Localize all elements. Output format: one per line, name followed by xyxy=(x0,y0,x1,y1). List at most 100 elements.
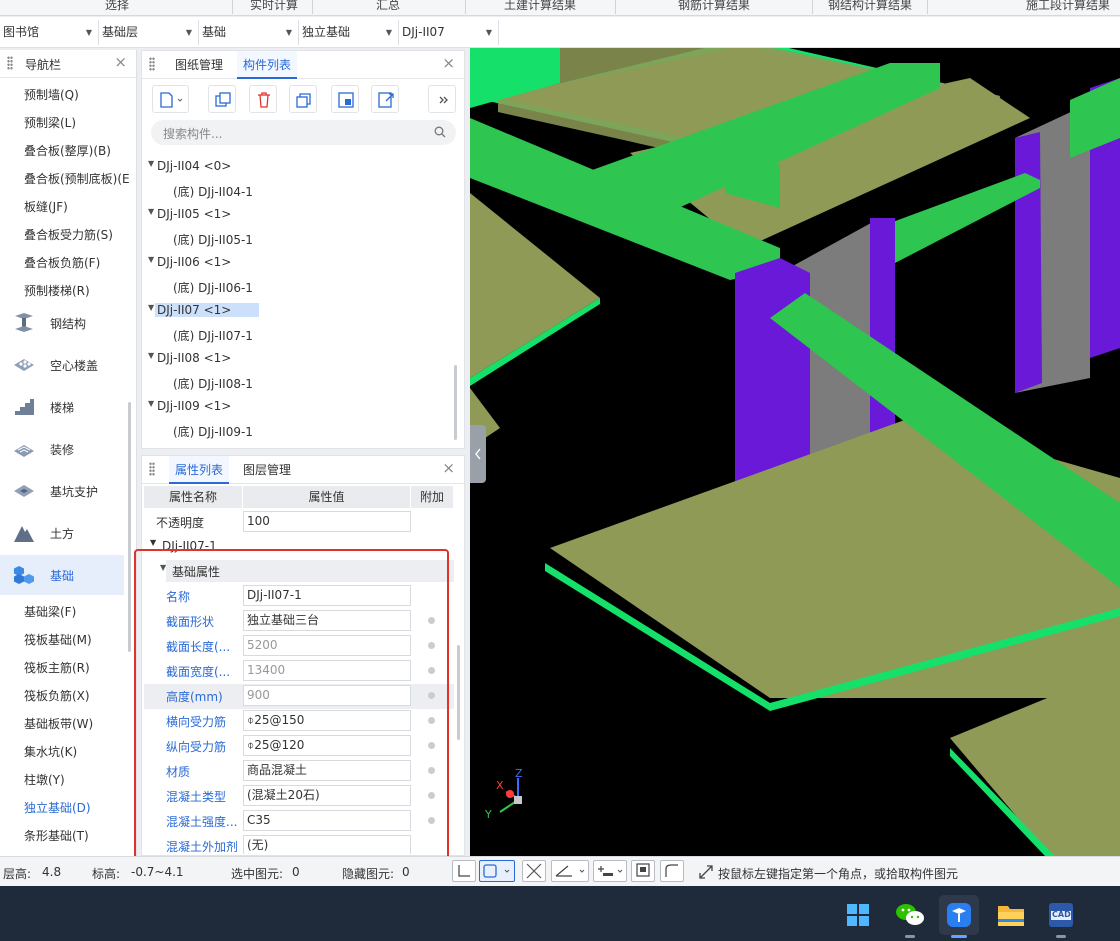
nav-item-foundation-strip[interactable]: 基础板带(W) xyxy=(24,715,93,732)
tree-node[interactable]: ▼ DJj-II09 <1> xyxy=(142,397,452,417)
decoration-icon xyxy=(14,445,34,457)
nav-item-raft-neg-rebar[interactable]: 筏板负筋(X) xyxy=(24,687,90,704)
tree-node[interactable]: ▼ DJj-II04 <0> xyxy=(142,157,452,177)
nav-item-composite-slab-base[interactable]: 叠合板(预制底板)(E xyxy=(24,170,130,187)
tab-layer-management[interactable]: 图层管理 xyxy=(237,456,297,484)
nav-item-column-pier[interactable]: 柱墩(Y) xyxy=(24,771,65,788)
nav-item-raft-main-rebar[interactable]: 筏板主筋(R) xyxy=(24,659,90,676)
tree-child[interactable]: (底) DJj-II09-1 xyxy=(142,421,452,441)
tree-node[interactable]: ▼ DJj-II08 <1> xyxy=(142,349,452,369)
ribbon-tab-rebar-results[interactable]: 钢筋计算结果 xyxy=(678,0,750,13)
navigation-panel: 导航栏 × 预制墙(Q) 预制梁(L) 叠合板(整厚)(B) 叠合板(预制底板)… xyxy=(0,50,137,856)
nav-item-precast-wall[interactable]: 预制墙(Q) xyxy=(24,86,79,103)
nav-category-hollow-slab[interactable]: 空心楼盖 xyxy=(0,345,124,385)
tab-property-list[interactable]: 属性列表 xyxy=(169,456,230,484)
nav-category-stairs[interactable]: 楼梯 xyxy=(0,387,124,427)
expand-arrow-icon[interactable]: ▼ xyxy=(148,351,154,360)
tree-node[interactable]: ▼ DJj-II05 <1> xyxy=(142,205,452,225)
nav-item-sump-pit[interactable]: 集水坑(K) xyxy=(24,743,77,760)
filter-button[interactable] xyxy=(371,85,399,113)
new-component-button[interactable] xyxy=(152,85,189,113)
tree-child[interactable]: (底) DJj-II08-1 xyxy=(142,373,452,393)
nav-category-decoration[interactable]: 装修 xyxy=(0,429,124,469)
delete-button[interactable] xyxy=(249,85,277,113)
expand-arrow-icon[interactable]: ▼ xyxy=(148,159,154,168)
property-scrollbar[interactable] xyxy=(457,645,460,740)
snap-button[interactable] xyxy=(593,860,627,882)
ribbon-tab-realtime-calc[interactable]: 实时计算 xyxy=(250,0,298,13)
orthogonal-button[interactable] xyxy=(452,860,476,882)
ribbon-tab-summary[interactable]: 汇总 xyxy=(376,0,400,13)
component-list-scrollbar[interactable] xyxy=(454,365,457,440)
close-icon[interactable]: × xyxy=(442,54,455,72)
floor-select[interactable]: 基础层 ▼ xyxy=(99,20,199,45)
component-select[interactable]: DJj-II07 ▼ xyxy=(399,20,499,45)
hidden-count-label: 隐藏图元: xyxy=(342,867,395,881)
nav-item-foundation-beam[interactable]: 基础梁(F) xyxy=(24,603,76,620)
expand-arrow-icon[interactable]: ▼ xyxy=(148,255,154,264)
tab-component-list[interactable]: 构件列表 xyxy=(237,51,298,79)
taskbar-start[interactable] xyxy=(838,895,878,935)
type-select[interactable]: 独立基础 ▼ xyxy=(299,20,399,45)
nav-item-slab-joint[interactable]: 板缝(JF) xyxy=(24,198,68,215)
tab-drawing-management[interactable]: 图纸管理 xyxy=(169,51,229,79)
nav-item-strip-footing[interactable]: 条形基础(T) xyxy=(24,827,89,844)
property-value-opacity[interactable]: 100 xyxy=(243,511,411,532)
nav-category-steel[interactable]: 钢结构 xyxy=(0,303,124,343)
drag-handle-icon[interactable] xyxy=(149,462,155,476)
copy-button[interactable] xyxy=(208,85,236,113)
3d-viewport[interactable]: Z X Y xyxy=(470,48,1120,856)
taskbar-wechat[interactable] xyxy=(890,895,930,938)
status-bar: 层高: 4.8 标高: -0.7~4.1 选中图元: 0 隐藏图元: 0 按鼠标… xyxy=(0,856,1120,886)
close-icon[interactable]: × xyxy=(442,459,455,477)
navigation-scrollbar[interactable] xyxy=(128,402,131,652)
ribbon-tab-segment-results[interactable]: 施工段计算结果 xyxy=(1026,0,1110,13)
selected-count-value: 0 xyxy=(292,865,300,879)
tree-child[interactable]: (底) DJj-II06-1 xyxy=(142,277,452,297)
nav-item-slab-main-rebar[interactable]: 叠合板受力筋(S) xyxy=(24,226,113,243)
expand-arrow-icon[interactable]: ▼ xyxy=(148,399,154,408)
axis-origin xyxy=(506,790,514,798)
taskbar-cad[interactable]: CAD xyxy=(1041,895,1081,938)
category-select[interactable]: 基础 ▼ xyxy=(199,20,299,45)
axis-x-label: X xyxy=(496,779,504,792)
angle-button[interactable] xyxy=(551,860,589,882)
nav-item-slab-neg-rebar[interactable]: 叠合板负筋(F) xyxy=(24,254,100,271)
drag-handle-icon[interactable] xyxy=(149,57,155,71)
project-select[interactable]: 图书馆 ▼ xyxy=(0,20,99,45)
nav-category-foundation[interactable]: 基础 xyxy=(0,555,124,595)
expand-arrow-icon[interactable]: ▼ xyxy=(148,303,154,312)
ribbon-tab-steel-results[interactable]: 钢结构计算结果 xyxy=(828,0,912,13)
panel-collapse-handle[interactable] xyxy=(470,425,486,483)
display-button[interactable] xyxy=(631,860,655,882)
nav-item-precast-stairs[interactable]: 预制楼梯(R) xyxy=(24,282,90,299)
nav-item-raft-foundation[interactable]: 筏板基础(M) xyxy=(24,631,92,648)
nav-item-composite-slab-full[interactable]: 叠合板(整厚)(B) xyxy=(24,142,111,159)
extract-button[interactable] xyxy=(331,85,359,113)
nav-category-earthwork[interactable]: 土方 xyxy=(0,513,124,553)
tree-node-label: DJj-II08 <1> xyxy=(157,351,232,365)
tree-child[interactable]: (底) DJj-II04-1 xyxy=(142,181,452,201)
more-button[interactable] xyxy=(428,85,456,113)
search-input[interactable]: 搜索构件... xyxy=(151,120,456,145)
ribbon-tab-civil-results[interactable]: 土建计算结果 xyxy=(504,0,576,13)
tree-child[interactable]: (底) DJj-II07-1 xyxy=(142,325,452,345)
drag-handle-icon[interactable] xyxy=(7,56,13,70)
tree-node-selected[interactable]: ▼ DJj-II07 <1> xyxy=(142,301,452,321)
tree-child[interactable]: (底) DJj-II05-1 xyxy=(142,229,452,249)
taskbar-file-explorer[interactable] xyxy=(991,895,1031,935)
expand-arrow-icon[interactable]: ▼ xyxy=(148,207,154,216)
nav-item-isolated-footing[interactable]: 独立基础(D) xyxy=(24,799,91,816)
layer-copy-button[interactable] xyxy=(289,85,317,113)
cross-select-button[interactable] xyxy=(522,860,546,882)
expand-arrow-icon xyxy=(699,865,713,879)
ribbon-tab-select[interactable]: 选择 xyxy=(105,0,129,13)
chevron-down-icon: ▼ xyxy=(85,28,92,37)
box-select-button[interactable] xyxy=(479,860,515,882)
taskbar-active-app[interactable] xyxy=(939,895,979,938)
tree-node[interactable]: ▼ DJj-II06 <1> xyxy=(142,253,452,273)
close-icon[interactable]: × xyxy=(114,53,127,71)
arc-button[interactable] xyxy=(660,860,684,882)
nav-item-precast-beam[interactable]: 预制梁(L) xyxy=(24,114,76,131)
nav-category-pit-support[interactable]: 基坑支护 xyxy=(0,471,124,511)
